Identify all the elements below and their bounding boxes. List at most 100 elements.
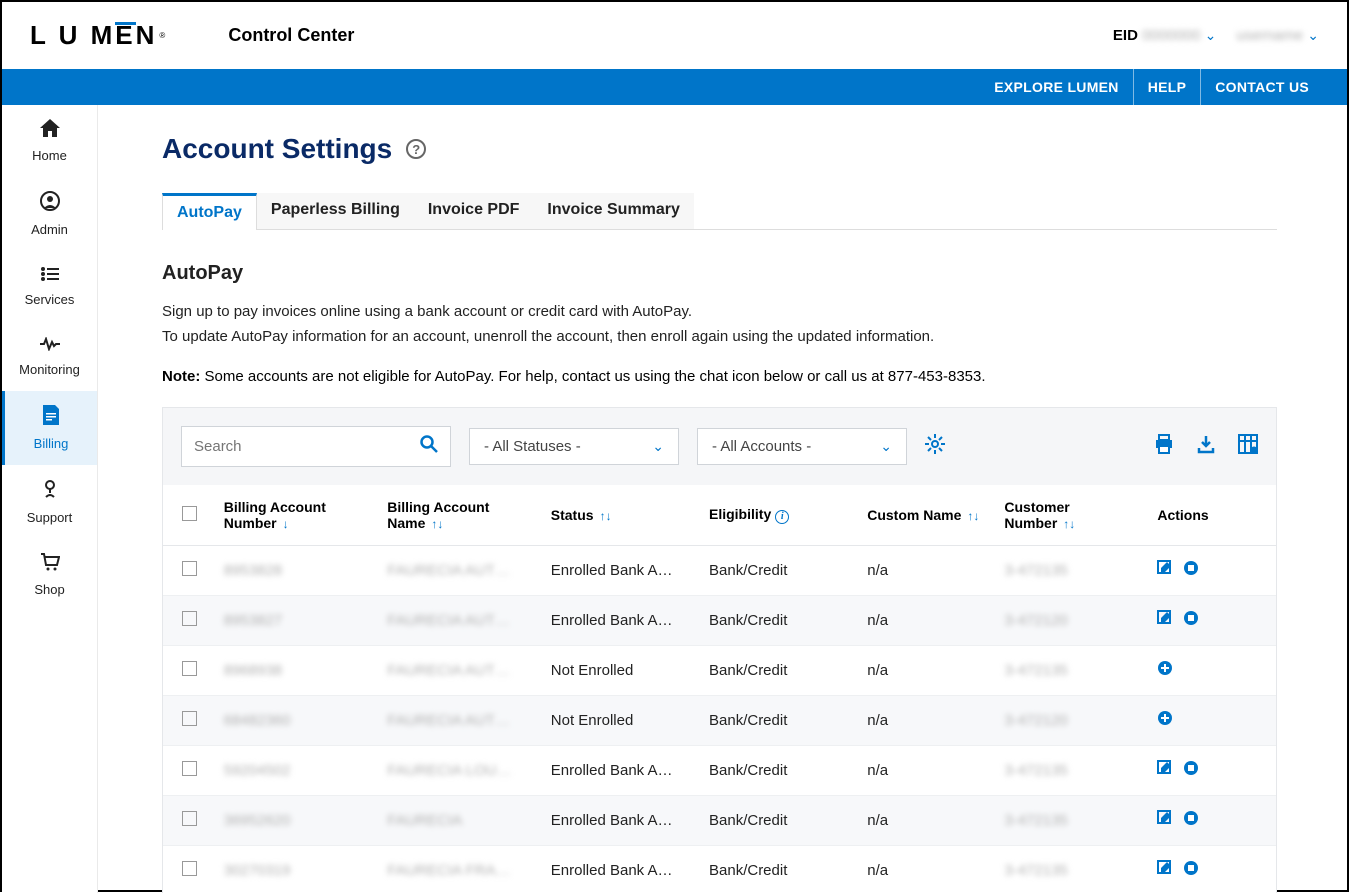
user-name: username: [1236, 27, 1303, 44]
billing-account-number: 68482360: [224, 712, 291, 729]
custom-name-cell: n/a: [859, 546, 996, 596]
actions-cell: [1157, 660, 1268, 681]
stop-button[interactable]: [1183, 610, 1199, 631]
eid-dropdown[interactable]: EID 0000000 ⌄: [1113, 27, 1217, 44]
tabs: AutoPay Paperless Billing Invoice PDF In…: [162, 193, 1277, 230]
print-button[interactable]: [1154, 434, 1174, 460]
row-checkbox[interactable]: [182, 611, 197, 626]
info-icon[interactable]: i: [775, 510, 789, 524]
eligibility-cell: Bank/Credit: [701, 646, 859, 696]
description-line-1: Sign up to pay invoices online using a b…: [162, 301, 1277, 324]
columns-button[interactable]: [1238, 434, 1258, 460]
stop-button[interactable]: [1183, 860, 1199, 881]
stop-button[interactable]: [1183, 560, 1199, 581]
download-button[interactable]: [1196, 434, 1216, 460]
chevron-down-icon: ⌄: [880, 438, 892, 455]
select-all-checkbox[interactable]: [182, 506, 197, 521]
add-button[interactable]: [1157, 710, 1173, 731]
top-bar: L U M E N® Control Center EID 0000000 ⌄ …: [2, 2, 1347, 69]
row-checkbox[interactable]: [182, 661, 197, 676]
billing-account-name: FAURECIA AUT…: [387, 562, 510, 579]
sidebar: Home Admin Services Monitoring Billing S…: [2, 105, 98, 893]
col-actions: Actions: [1149, 485, 1276, 546]
section-title: AutoPay: [162, 262, 1277, 285]
custom-name-cell: n/a: [859, 846, 996, 893]
sidebar-item-services[interactable]: Services: [2, 251, 97, 321]
edit-button[interactable]: [1157, 560, 1173, 581]
tab-invoice-pdf[interactable]: Invoice PDF: [414, 193, 534, 229]
sidebar-item-admin[interactable]: Admin: [2, 177, 97, 251]
col-billing-account-name[interactable]: Billing Account Name↑↓: [379, 485, 543, 546]
page-title: Account Settings: [162, 133, 392, 165]
col-billing-account-number[interactable]: Billing Account Number↓: [216, 485, 380, 546]
user-dropdown[interactable]: username ⌄: [1236, 27, 1319, 44]
actions-cell: [1157, 810, 1268, 831]
logo[interactable]: L U M E N®: [30, 20, 168, 51]
account-filter[interactable]: - All Accounts - ⌄: [697, 428, 907, 465]
home-icon: [40, 119, 60, 142]
main-content: Account Settings ? AutoPay Paperless Bil…: [98, 105, 1347, 893]
billing-account-name: FAURECIA AUT…: [387, 712, 510, 729]
search-input[interactable]: [194, 438, 420, 455]
help-icon[interactable]: ?: [406, 139, 426, 159]
billing-icon: [43, 405, 59, 430]
sidebar-item-monitoring[interactable]: Monitoring: [2, 321, 97, 391]
custom-name-cell: n/a: [859, 796, 996, 846]
settings-button[interactable]: [925, 434, 945, 460]
sidebar-item-support[interactable]: Support: [2, 465, 97, 539]
chevron-down-icon: ⌄: [652, 438, 664, 455]
row-checkbox[interactable]: [182, 861, 197, 876]
panel-controls: - All Statuses - ⌄ - All Accounts - ⌄: [163, 408, 1276, 485]
nav-help[interactable]: HELP: [1133, 69, 1201, 105]
accounts-table: Billing Account Number↓ Billing Account …: [163, 485, 1276, 893]
custom-name-cell: n/a: [859, 596, 996, 646]
col-status[interactable]: Status↑↓: [543, 485, 701, 546]
table-header-row: Billing Account Number↓ Billing Account …: [163, 485, 1276, 546]
eligibility-cell: Bank/Credit: [701, 546, 859, 596]
sidebar-item-label: Billing: [34, 436, 69, 451]
nav-explore-lumen[interactable]: EXPLORE LUMEN: [980, 69, 1132, 105]
col-customer-number[interactable]: Customer Number↑↓: [996, 485, 1149, 546]
actions-cell: [1157, 560, 1268, 581]
sidebar-item-billing[interactable]: Billing: [2, 391, 97, 465]
sidebar-item-label: Admin: [31, 222, 68, 237]
billing-account-name: FAURECIA AUT…: [387, 612, 510, 629]
customer-number: 3-472120: [1004, 612, 1067, 629]
search-input-wrap[interactable]: [181, 426, 451, 467]
col-custom-name[interactable]: Custom Name↑↓: [859, 485, 996, 546]
sidebar-item-home[interactable]: Home: [2, 105, 97, 177]
sidebar-item-shop[interactable]: Shop: [2, 539, 97, 611]
tab-paperless-billing[interactable]: Paperless Billing: [257, 193, 414, 229]
app-name: Control Center: [228, 25, 354, 46]
edit-button[interactable]: [1157, 860, 1173, 881]
row-checkbox[interactable]: [182, 811, 197, 826]
actions-cell: [1157, 610, 1268, 631]
billing-account-number: 36952620: [224, 812, 291, 829]
support-icon: [40, 479, 60, 504]
stop-button[interactable]: [1183, 810, 1199, 831]
search-icon[interactable]: [420, 435, 438, 458]
edit-button[interactable]: [1157, 810, 1173, 831]
chevron-down-icon: ⌄: [1307, 27, 1319, 43]
tab-invoice-summary[interactable]: Invoice Summary: [533, 193, 694, 229]
edit-button[interactable]: [1157, 610, 1173, 631]
tab-autopay[interactable]: AutoPay: [162, 193, 257, 230]
status-filter-label: - All Statuses -: [484, 438, 581, 455]
note-label: Note:: [162, 368, 200, 385]
status-cell: Enrolled Bank A…: [543, 846, 701, 893]
edit-button[interactable]: [1157, 760, 1173, 781]
stop-button[interactable]: [1183, 760, 1199, 781]
row-checkbox[interactable]: [182, 561, 197, 576]
customer-number: 3-472135: [1004, 762, 1067, 779]
row-checkbox[interactable]: [182, 711, 197, 726]
sort-icon: ↑↓: [431, 517, 443, 531]
nav-contact-us[interactable]: CONTACT US: [1200, 69, 1323, 105]
customer-number: 3-472135: [1004, 562, 1067, 579]
billing-account-name: FAURECIA AUT…: [387, 662, 510, 679]
row-checkbox[interactable]: [182, 761, 197, 776]
add-button[interactable]: [1157, 660, 1173, 681]
note-text: Some accounts are not eligible for AutoP…: [200, 368, 985, 385]
status-cell: Enrolled Bank A…: [543, 596, 701, 646]
table-row: 68482360FAURECIA AUT…Not EnrolledBank/Cr…: [163, 696, 1276, 746]
status-filter[interactable]: - All Statuses - ⌄: [469, 428, 679, 465]
